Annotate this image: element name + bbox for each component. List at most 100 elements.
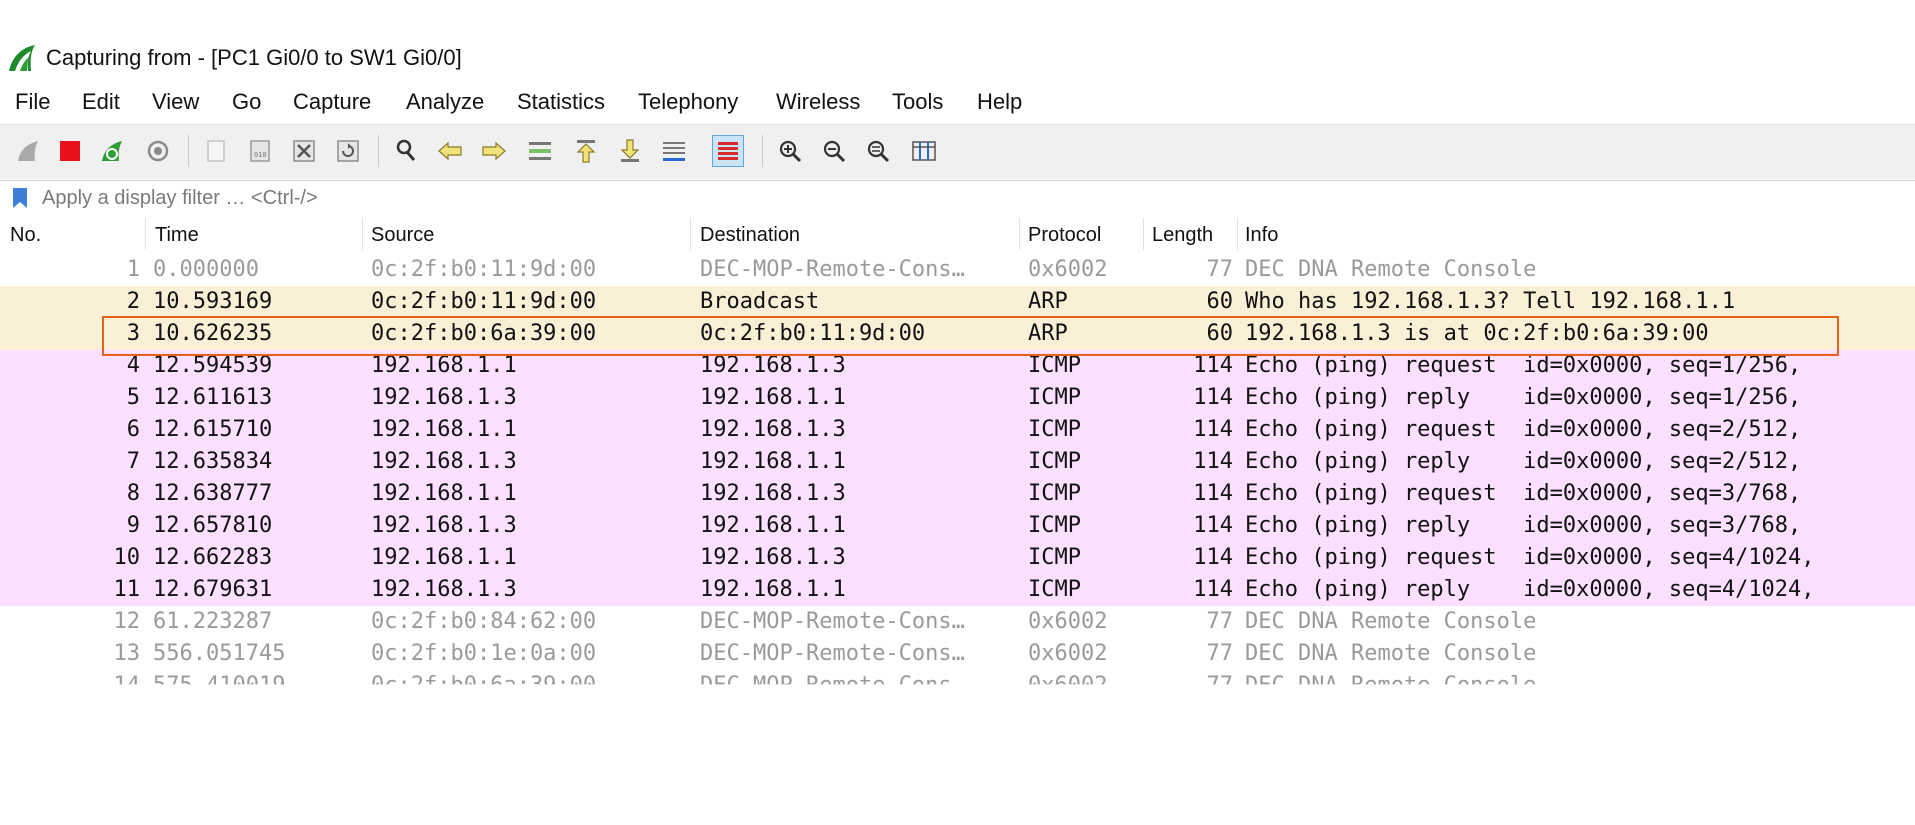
- packet-list-header: No. Time Source Destination Protocol Len…: [0, 214, 1915, 255]
- column-header-protocol[interactable]: Protocol: [1028, 224, 1101, 247]
- cell-info: Echo (ping) request id=0x0000, seq=3/768…: [1245, 481, 1802, 506]
- title-bar: Capturing from - [PC1 Gi0/0 to SW1 Gi0/0…: [0, 34, 1915, 80]
- save-file-icon[interactable]: 010: [244, 135, 276, 167]
- cell-length: 114: [1193, 353, 1233, 378]
- close-file-icon[interactable]: [288, 135, 320, 167]
- colorize-icon[interactable]: [712, 135, 744, 167]
- find-packet-icon[interactable]: [390, 135, 422, 167]
- cell-info: Echo (ping) reply id=0x0000, seq=3/768,: [1245, 513, 1802, 538]
- cell-no: 11: [113, 577, 141, 602]
- packet-row[interactable]: 1 0.000000 0c:2f:b0:11:9d:00 DEC-MOP-Rem…: [0, 254, 1915, 286]
- cell-no: 6: [126, 417, 140, 442]
- capture-options-icon[interactable]: [142, 135, 174, 167]
- resize-columns-icon[interactable]: [908, 135, 940, 167]
- column-header-time[interactable]: Time: [155, 224, 199, 247]
- menu-edit[interactable]: Edit: [82, 89, 120, 115]
- start-capture-icon[interactable]: [12, 135, 44, 167]
- cell-destination: 192.168.1.3: [700, 545, 846, 570]
- column-divider[interactable]: [362, 218, 363, 250]
- menu-wireless[interactable]: Wireless: [776, 89, 860, 115]
- zoom-normal-icon[interactable]: [862, 135, 894, 167]
- column-divider[interactable]: [145, 218, 146, 250]
- zoom-out-icon[interactable]: [818, 135, 850, 167]
- cell-length: 77: [1206, 609, 1234, 634]
- cell-length: 77: [1206, 673, 1234, 698]
- cell-info: Echo (ping) reply id=0x0000, seq=4/1024,: [1245, 577, 1815, 602]
- packet-row[interactable]: 7 12.635834 192.168.1.3 192.168.1.1 ICMP…: [0, 446, 1915, 478]
- reload-file-icon[interactable]: [332, 135, 364, 167]
- auto-scroll-icon[interactable]: [658, 135, 690, 167]
- open-file-icon[interactable]: [200, 135, 232, 167]
- column-header-destination[interactable]: Destination: [700, 224, 800, 247]
- cell-no: 4: [126, 353, 140, 378]
- cell-source: 0c:2f:b0:11:9d:00: [371, 257, 597, 282]
- cell-destination: 192.168.1.1: [700, 385, 846, 410]
- packet-row[interactable]: 2 10.593169 0c:2f:b0:11:9d:00 Broadcast …: [0, 286, 1915, 318]
- restart-capture-icon[interactable]: [96, 135, 128, 167]
- wireshark-fin-icon: [9, 45, 35, 71]
- go-to-packet-icon[interactable]: [524, 135, 556, 167]
- cell-destination: DEC-MOP-Remote-Cons…: [700, 609, 965, 634]
- go-back-icon[interactable]: [434, 135, 466, 167]
- go-forward-icon[interactable]: [478, 135, 510, 167]
- column-header-no[interactable]: No.: [10, 224, 41, 247]
- packet-row[interactable]: 12 61.223287 0c:2f:b0:84:62:00 DEC-MOP-R…: [0, 606, 1915, 638]
- cell-source: 192.168.1.3: [371, 513, 517, 538]
- cell-no: 12: [113, 609, 141, 634]
- packet-row[interactable]: 4 12.594539 192.168.1.1 192.168.1.3 ICMP…: [0, 350, 1915, 382]
- toolbar-separator: [378, 135, 379, 167]
- column-header-info[interactable]: Info: [1245, 224, 1278, 247]
- menu-capture[interactable]: Capture: [293, 89, 371, 115]
- column-header-length[interactable]: Length: [1152, 224, 1213, 247]
- column-divider[interactable]: [1019, 218, 1020, 250]
- menu-analyze[interactable]: Analyze: [406, 89, 484, 115]
- cell-protocol: ICMP: [1028, 417, 1081, 442]
- cell-time: 12.679631: [153, 577, 273, 602]
- packet-row-selected[interactable]: 3 10.626235 0c:2f:b0:6a:39:00 0c:2f:b0:1…: [0, 318, 1915, 350]
- column-header-source[interactable]: Source: [371, 224, 434, 247]
- cell-time: 575.410019: [153, 673, 286, 698]
- column-divider[interactable]: [1143, 218, 1144, 250]
- bookmark-icon[interactable]: [10, 187, 30, 209]
- cell-protocol: ICMP: [1028, 481, 1081, 506]
- cell-no: 8: [126, 481, 140, 506]
- cell-time: 10.593169: [153, 289, 273, 314]
- cell-length: 77: [1206, 257, 1234, 282]
- display-filter-input[interactable]: [40, 183, 1904, 213]
- menu-telephony[interactable]: Telephony: [638, 89, 738, 115]
- packet-row[interactable]: 10 12.662283 192.168.1.1 192.168.1.3 ICM…: [0, 542, 1915, 574]
- zoom-in-icon[interactable]: [774, 135, 806, 167]
- stop-capture-icon[interactable]: [54, 135, 86, 167]
- cell-time: 12.635834: [153, 449, 273, 474]
- menu-statistics[interactable]: Statistics: [517, 89, 605, 115]
- column-divider[interactable]: [1237, 218, 1238, 250]
- packet-row[interactable]: 11 12.679631 192.168.1.3 192.168.1.1 ICM…: [0, 574, 1915, 606]
- menu-help[interactable]: Help: [977, 89, 1022, 115]
- go-first-icon[interactable]: [570, 135, 602, 167]
- menu-file[interactable]: File: [15, 89, 50, 115]
- cell-length: 114: [1193, 481, 1233, 506]
- menu-go[interactable]: Go: [232, 89, 261, 115]
- cell-no: 13: [113, 641, 141, 666]
- packet-row[interactable]: 5 12.611613 192.168.1.3 192.168.1.1 ICMP…: [0, 382, 1915, 414]
- cell-info: Echo (ping) request id=0x0000, seq=1/256…: [1245, 353, 1802, 378]
- cell-protocol: 0x6002: [1028, 641, 1108, 666]
- packet-row[interactable]: 9 12.657810 192.168.1.3 192.168.1.1 ICMP…: [0, 510, 1915, 542]
- column-divider[interactable]: [690, 218, 691, 250]
- cell-no: 9: [126, 513, 140, 538]
- svg-text:010: 010: [254, 151, 267, 159]
- packet-row[interactable]: 14 575.410019 0c:2f:b0:6a:39:00 DEC-MOP-…: [0, 670, 1915, 698]
- cell-no: 2: [126, 289, 140, 314]
- packet-row[interactable]: 8 12.638777 192.168.1.1 192.168.1.3 ICMP…: [0, 478, 1915, 510]
- menu-tools[interactable]: Tools: [892, 89, 943, 115]
- cell-info: 192.168.1.3 is at 0c:2f:b0:6a:39:00: [1245, 321, 1709, 346]
- packet-list: No. Time Source Destination Protocol Len…: [0, 214, 1915, 784]
- go-last-icon[interactable]: [614, 135, 646, 167]
- cell-destination: 192.168.1.3: [700, 481, 846, 506]
- packet-row[interactable]: 6 12.615710 192.168.1.1 192.168.1.3 ICMP…: [0, 414, 1915, 446]
- menu-view[interactable]: View: [152, 89, 199, 115]
- cell-info: Echo (ping) request id=0x0000, seq=2/512…: [1245, 417, 1802, 442]
- cell-destination: DEC-MOP-Remote-Cons…: [700, 257, 965, 282]
- cell-source: 0c:2f:b0:6a:39:00: [371, 673, 597, 698]
- packet-row[interactable]: 13 556.051745 0c:2f:b0:1e:0a:00 DEC-MOP-…: [0, 638, 1915, 670]
